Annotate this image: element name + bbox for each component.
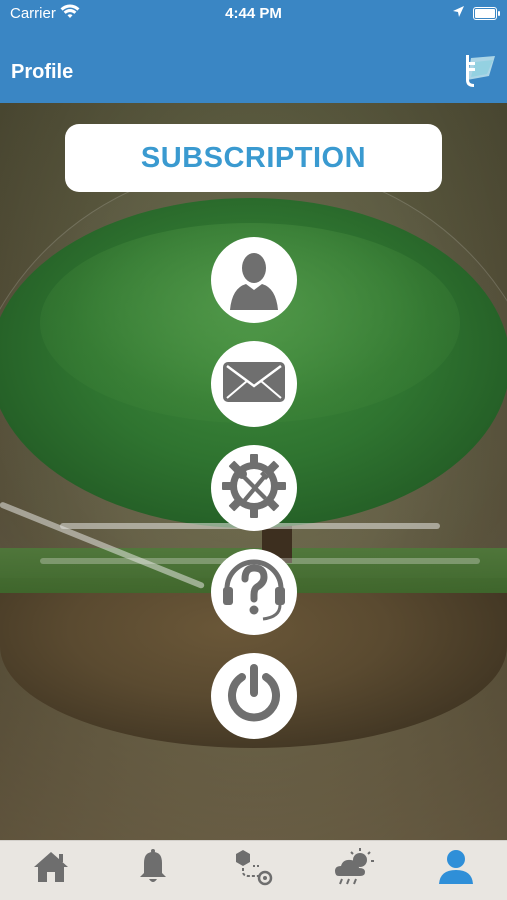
settings-button[interactable] [211,445,297,531]
tab-weather[interactable] [333,847,375,891]
help-icon [219,553,289,632]
app-logo-icon [457,50,497,90]
battery-icon [473,7,500,20]
bell-icon [138,848,168,890]
settings-tools-icon [219,451,289,526]
weather-icon [333,847,375,891]
location-arrow-icon [452,5,465,22]
profile-icon [437,849,475,890]
screen: Carrier 4:44 PM Profile SUBSCRIPTION [0,0,507,900]
tab-bar [0,840,507,900]
tab-routes[interactable] [233,849,273,889]
tab-home[interactable] [31,849,71,889]
tab-notifications[interactable] [133,848,173,890]
messages-button[interactable] [211,341,297,427]
subscription-button[interactable]: SUBSCRIPTION [65,124,442,192]
logout-button[interactable] [211,653,297,739]
home-icon [32,850,70,889]
mail-icon [221,358,287,411]
help-button[interactable] [211,549,297,635]
status-time: 4:44 PM [225,5,282,22]
status-bar: Carrier 4:44 PM [0,0,507,28]
user-icon [224,246,284,315]
tab-profile[interactable] [436,849,476,889]
power-icon [223,663,285,730]
navigation-bar: Profile [0,28,507,103]
profile-menu-button[interactable] [211,237,297,323]
page-title: Profile [11,61,74,83]
route-icon [233,848,273,891]
